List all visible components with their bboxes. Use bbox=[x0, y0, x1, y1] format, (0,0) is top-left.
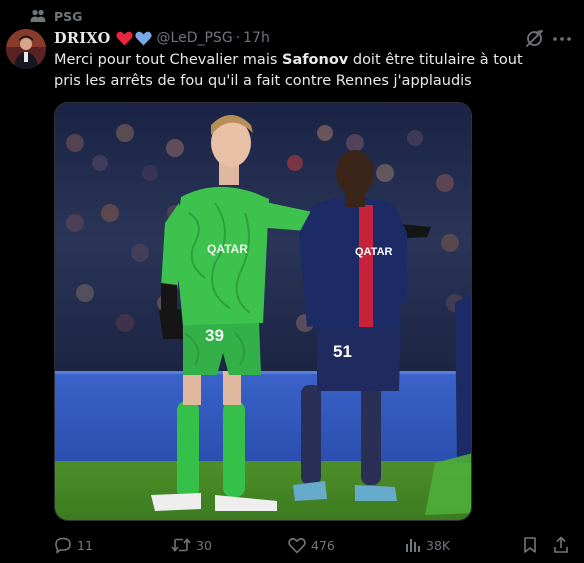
views-icon bbox=[406, 539, 420, 552]
separator-dot: · bbox=[235, 30, 241, 46]
more-options-icon[interactable] bbox=[552, 29, 572, 48]
outfield-sponsor: QATAR bbox=[355, 246, 393, 258]
author-handle[interactable]: @LeD_PSG bbox=[157, 30, 233, 46]
like-count: 476 bbox=[311, 537, 335, 553]
retweet-icon bbox=[171, 538, 191, 552]
community-header[interactable]: PSG bbox=[30, 7, 82, 25]
share-button[interactable] bbox=[553, 535, 569, 555]
views-button[interactable]: 38K bbox=[405, 535, 450, 555]
tweet-text-part1: Merci pour tout Chevalier mais bbox=[54, 52, 283, 68]
tweet-actions-bar: 11 30 476 38K bbox=[54, 535, 572, 555]
author-emojis bbox=[115, 31, 152, 46]
tweet-text: Merci pour tout Chevalier mais Safonov d… bbox=[54, 50, 554, 91]
outfield-number: 51 bbox=[333, 342, 352, 361]
gk-sponsor: QATAR bbox=[207, 242, 248, 256]
timestamp[interactable]: 17h bbox=[243, 30, 270, 46]
tweet-header: DRIXO @LeD_PSG · 17h bbox=[54, 28, 270, 48]
bookmark-icon bbox=[524, 537, 536, 553]
reply-count: 11 bbox=[77, 537, 93, 553]
heart-icon bbox=[288, 537, 306, 553]
tweet-text-bold: Safonov bbox=[282, 52, 349, 68]
gk-number: 39 bbox=[205, 326, 224, 345]
grok-icon[interactable] bbox=[525, 29, 544, 48]
retweet-button[interactable]: 30 bbox=[171, 535, 212, 555]
views-count: 38K bbox=[426, 537, 451, 553]
blue-heart-icon bbox=[134, 31, 152, 45]
author-name[interactable]: DRIXO bbox=[54, 30, 111, 47]
retweet-count: 30 bbox=[196, 537, 212, 553]
red-heart-icon bbox=[115, 31, 133, 45]
bookmark-button[interactable] bbox=[522, 535, 538, 555]
reply-button[interactable]: 11 bbox=[54, 535, 93, 555]
tweet-media-photo[interactable]: QATAR 39 QATAR 51 bbox=[54, 102, 472, 521]
share-icon bbox=[554, 536, 568, 553]
avatar[interactable] bbox=[6, 29, 46, 69]
like-button[interactable]: 476 bbox=[288, 535, 335, 555]
community-name: PSG bbox=[54, 8, 83, 24]
community-icon bbox=[30, 9, 46, 23]
reply-icon bbox=[55, 537, 71, 554]
